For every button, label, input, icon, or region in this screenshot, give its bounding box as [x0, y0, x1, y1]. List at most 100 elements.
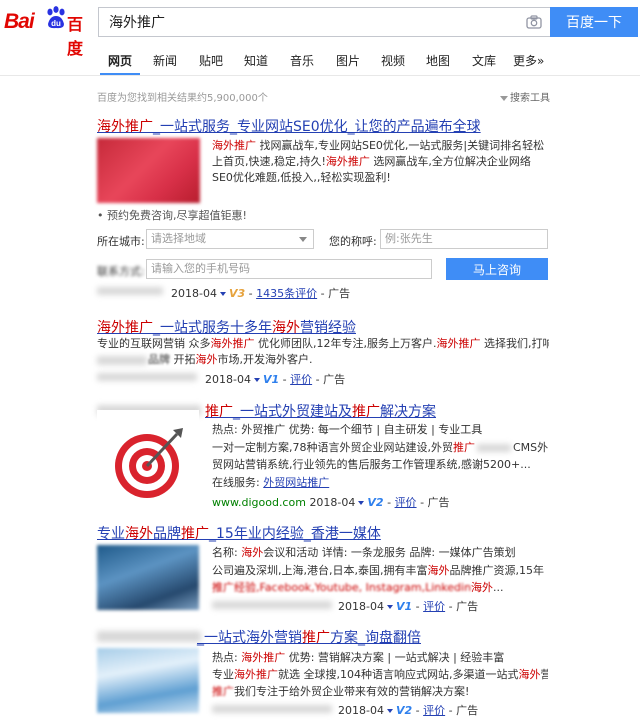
result-url[interactable]: www.digood.com: [212, 496, 306, 509]
result-4-meta: 2018-04 V1 - 评价 - 广告: [338, 600, 479, 613]
reviews-link[interactable]: 评价: [423, 704, 445, 717]
camera-icon[interactable]: [526, 15, 542, 29]
chevron-down-icon: [299, 237, 307, 242]
desc-highlight: 海外推广: [325, 155, 370, 168]
title-text: _15年业内经验_香港一媒体: [209, 526, 381, 542]
result-5-line-2: 专业海外推广就选 全球搜,104种语言响应式网站,多渠道一站式海外营销: [212, 667, 548, 683]
paw-icon: du: [47, 6, 65, 29]
reviews-link[interactable]: 评价: [290, 373, 312, 386]
ad-label: - 广告: [420, 496, 450, 509]
title-highlight: 海外推广: [97, 320, 153, 336]
search-input[interactable]: [99, 8, 550, 36]
result-5-thumbnail[interactable]: [97, 648, 199, 713]
tab-wenku[interactable]: 文库: [472, 52, 496, 69]
v1-badge[interactable]: V1: [263, 373, 279, 386]
desc-text: 市场,开发海外客户.: [217, 353, 313, 366]
online-link[interactable]: 外贸网站推广: [263, 476, 329, 489]
title-highlight: 海外: [272, 320, 300, 336]
result-3-meta: www.digood.com 2018-04 V2 - 评价 - 广告: [212, 496, 450, 509]
tab-more[interactable]: 更多»: [513, 52, 544, 69]
tab-images[interactable]: 图片: [336, 52, 360, 69]
online-label: 在线服务:: [212, 476, 260, 489]
desc-highlight: 推广: [453, 441, 475, 454]
title-text: _一站式外贸建站及: [233, 404, 352, 420]
result-1-thumbnail[interactable]: [97, 138, 200, 203]
result-4-title[interactable]: 专业海外品牌推广_15年业内经验_香港一媒体: [97, 523, 381, 543]
result-4-thumbnail[interactable]: [97, 545, 199, 610]
v3-badge[interactable]: V3: [229, 287, 245, 300]
svg-text:du: du: [51, 19, 61, 28]
tab-map[interactable]: 地图: [426, 52, 450, 69]
baidu-logo[interactable]: Bai du 百度: [4, 4, 90, 58]
meta-date: 2018-04: [171, 287, 217, 300]
result-2-title[interactable]: 海外推广_一站式服务十多年海外营销经验: [97, 317, 356, 337]
blurred-url: [212, 705, 332, 713]
result-1-promo: • 预约免费咨询,尽享超值钜惠!: [97, 209, 247, 222]
name-field[interactable]: 例:张先生: [380, 229, 548, 249]
dropdown-arrow-icon[interactable]: [219, 292, 226, 296]
result-1-title[interactable]: 海外推广_一站式服务_专业网站SE0优化_让您的产品遍布全球: [97, 116, 481, 136]
v1-badge[interactable]: V1: [396, 600, 412, 613]
desc-highlight: 海外推广: [212, 139, 256, 152]
name-label: 您的称呼:: [329, 235, 377, 248]
desc-text: 开拓: [170, 353, 196, 366]
result-1-meta: 2018-04 V3 - 1435条评价 - 广告: [171, 287, 351, 300]
title-highlight: 推广: [205, 404, 233, 420]
desc-text: 优势: 营销解决方案 | 一站式解决 | 经验丰富: [285, 651, 505, 664]
ad-label: - 广告: [448, 704, 479, 717]
title-text: 解决方案: [380, 404, 436, 420]
desc-highlight: 海外推广: [436, 337, 481, 350]
tab-web[interactable]: 网页: [108, 52, 132, 69]
dropdown-arrow-icon[interactable]: [253, 378, 260, 382]
desc-text: ...: [493, 581, 504, 594]
result-2-description: 专业的互联网营销 众多海外推广 优化师团队,12年专注,服务上万客户.海外推广 …: [97, 336, 549, 352]
title-highlight: 海外: [125, 526, 153, 542]
tab-tieba[interactable]: 贴吧: [199, 52, 223, 69]
tab-news[interactable]: 新闻: [153, 52, 177, 69]
title-text: _一站式服务_专业网站SE0优化_让您的产品遍布全球: [153, 119, 481, 135]
phone-label: 联系方式:: [97, 265, 145, 278]
tab-music[interactable]: 音乐: [290, 52, 314, 69]
phone-field[interactable]: 请输入您的手机号码: [146, 259, 432, 279]
dropdown-arrow-icon[interactable]: [358, 501, 365, 505]
result-5-meta: 2018-04 V2 - 评价 - 广告: [338, 704, 479, 717]
reviews-link[interactable]: 评价: [395, 496, 417, 509]
title-text: 营销经验: [300, 320, 356, 336]
dropdown-arrow-icon[interactable]: [386, 709, 393, 713]
reviews-link[interactable]: 1435条评价: [256, 287, 317, 300]
ad-label: - 广告: [315, 373, 346, 386]
city-select[interactable]: 请选择地域: [146, 229, 314, 249]
active-tab-indicator: [100, 73, 140, 75]
v2-badge[interactable]: V2: [396, 704, 412, 717]
consult-button[interactable]: 马上咨询: [446, 258, 548, 280]
ad-label: - 广告: [320, 287, 351, 300]
meta-date: 2018-04: [338, 600, 384, 613]
title-text: 品牌: [153, 526, 181, 542]
search-tools[interactable]: 搜索工具: [500, 89, 550, 104]
result-4-line-3: 推广经验,Facebook,Youtube, Instagram,Linkedi…: [212, 580, 504, 596]
desc-text: CMS外: [513, 441, 549, 454]
result-3-title[interactable]: 推广_一站式外贸建站及推广解决方案: [205, 401, 436, 421]
v2-badge[interactable]: V2: [367, 496, 383, 509]
blurred-title: [97, 631, 201, 642]
ad-label: - 广告: [448, 600, 479, 613]
name-placeholder: 例:张先生: [385, 232, 433, 245]
tab-video[interactable]: 视频: [381, 52, 405, 69]
result-5-title[interactable]: _一站式海外营销推广方案_询盘翻倍: [197, 627, 421, 647]
reviews-link[interactable]: 评价: [423, 600, 445, 613]
result-2-description-2: 品牌 开拓海外市场,开发海外客户.: [148, 352, 313, 368]
result-3-online-service: 在线服务: 外贸网站推广: [212, 475, 329, 491]
search-button[interactable]: 百度一下: [550, 7, 638, 37]
tab-zhidao[interactable]: 知道: [244, 52, 268, 69]
search-box: [98, 7, 550, 37]
result-3-line-3: 贸网站营销系统,行业领先的售后服务工作管理系统,感谢5200+...: [212, 458, 531, 471]
title-highlight: 推广: [352, 404, 380, 420]
target-icon[interactable]: [97, 410, 199, 512]
blurred-text: [477, 444, 511, 452]
result-3-line-1: 热点: 外贸推广 优势: 每一个细节 | 自主研发 | 专业工具: [212, 423, 483, 436]
title-text: 专业: [97, 526, 125, 542]
desc-text: 专业: [212, 668, 234, 681]
dropdown-arrow-icon[interactable]: [386, 605, 393, 609]
title-highlight: 海外推广: [97, 119, 153, 135]
funnel-icon: [500, 95, 508, 101]
